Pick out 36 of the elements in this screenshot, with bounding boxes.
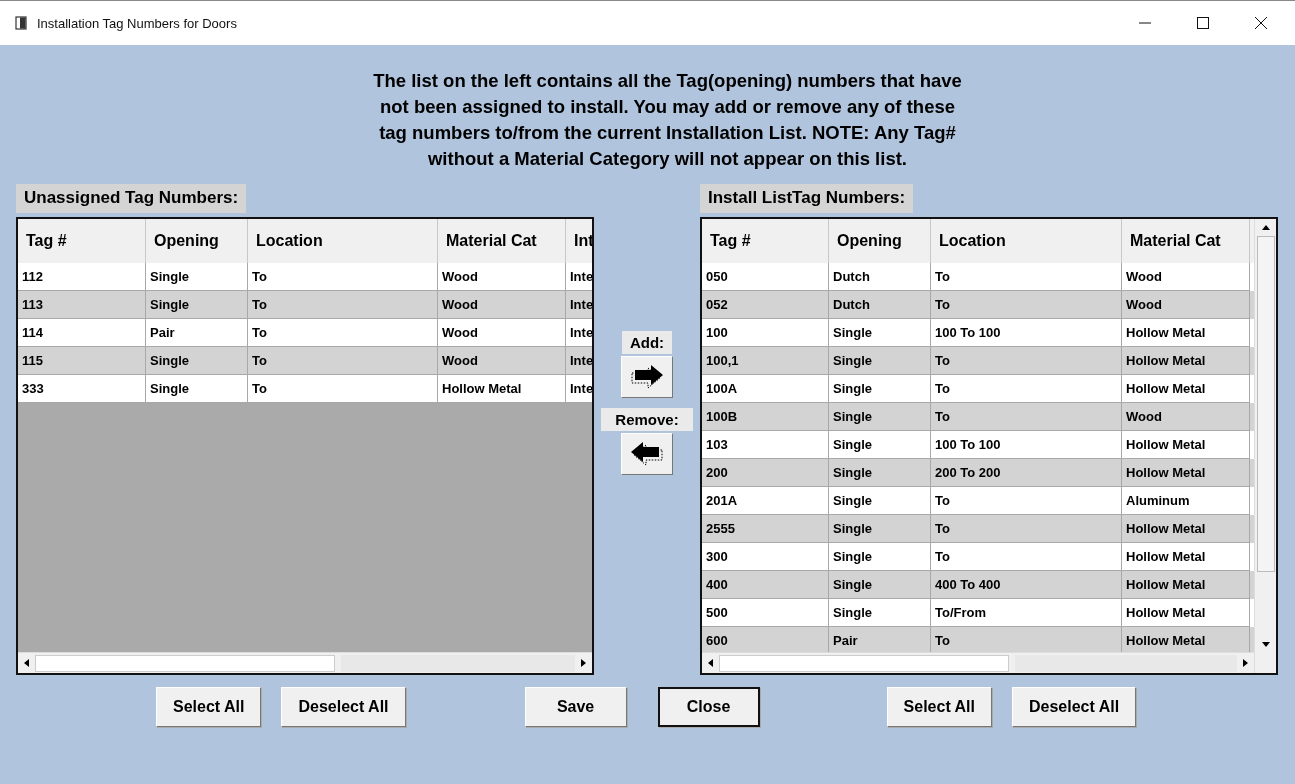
horizontal-scrollbar[interactable] bbox=[18, 652, 592, 673]
instruction-text: not been assigned to install. You may add or remove any of these bbox=[380, 95, 955, 119]
scroll-left-icon[interactable] bbox=[24, 659, 29, 667]
instruction-text: The list on the left contains all the Tag(opening) numbers that have bbox=[373, 69, 962, 93]
table-cell: Inte bbox=[566, 375, 592, 403]
door-icon bbox=[15, 16, 27, 30]
list-label: Install ListTag Numbers: bbox=[700, 184, 914, 213]
table-cell: 333 bbox=[18, 375, 146, 403]
scroll-right-icon[interactable] bbox=[1243, 659, 1248, 667]
table-cell: To bbox=[248, 375, 438, 403]
horizontal-scrollbar[interactable] bbox=[702, 652, 1254, 673]
remove-label: Remove: bbox=[601, 408, 693, 431]
scroll-right-icon[interactable] bbox=[581, 659, 586, 667]
dialog-button[interactable]: Save bbox=[524, 687, 627, 727]
maximize-icon[interactable] bbox=[1197, 17, 1209, 29]
remove-button[interactable] bbox=[621, 433, 673, 475]
dialog-button[interactable]: Close bbox=[657, 687, 760, 727]
window-title: Installation Tag Numbers for Doors bbox=[37, 15, 237, 31]
add-button[interactable] bbox=[621, 356, 673, 398]
instruction-text: without a Material Category will not appear on this list. bbox=[428, 147, 907, 171]
table-cell: Hollow Metal bbox=[438, 375, 566, 403]
select-all-button[interactable]: Select All bbox=[886, 687, 992, 727]
list-label: Unassigned Tag Numbers: bbox=[16, 184, 247, 213]
right-arrow-icon bbox=[629, 364, 665, 390]
close-icon[interactable] bbox=[1255, 17, 1267, 29]
deselect-all-button[interactable]: Deselect All bbox=[1012, 687, 1137, 727]
select-all-button[interactable]: Select All bbox=[156, 687, 262, 727]
instruction-text: tag numbers to/from the current Installation List. NOTE: Any Tag# bbox=[379, 121, 956, 145]
scroll-down-icon[interactable] bbox=[1261, 642, 1270, 647]
add-label: Add: bbox=[621, 331, 673, 354]
left-arrow-icon bbox=[629, 441, 665, 467]
scroll-up-icon[interactable] bbox=[1261, 225, 1270, 230]
deselect-all-button[interactable]: Deselect All bbox=[281, 687, 406, 727]
vertical-scrollbar[interactable] bbox=[1254, 219, 1276, 673]
table-cell: Single bbox=[146, 375, 248, 403]
scroll-left-icon[interactable] bbox=[708, 659, 713, 667]
